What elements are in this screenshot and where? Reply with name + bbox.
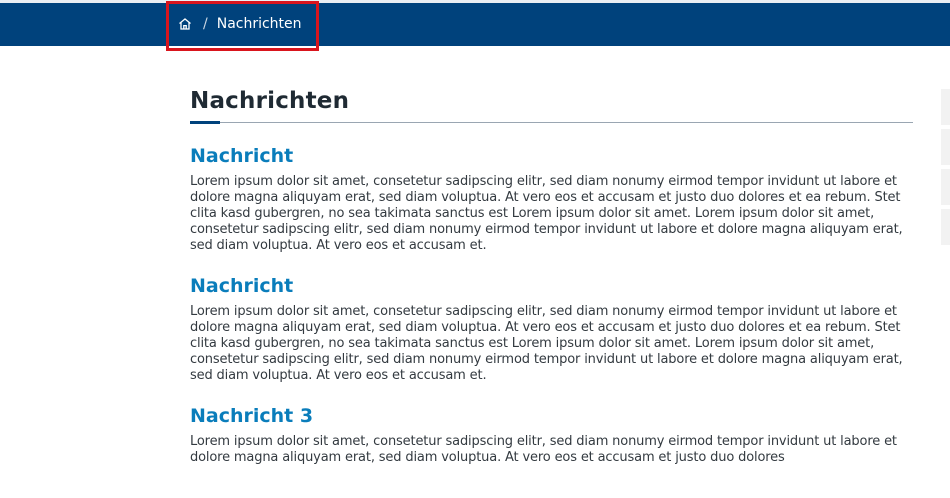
side-tabs (941, 89, 950, 249)
page-title: Nachrichten (190, 88, 350, 114)
side-tab[interactable] (941, 169, 950, 205)
news-item: Nachricht Lorem ipsum dolor sit amet, co… (190, 275, 913, 384)
news-item-body: Lorem ipsum dolor sit amet, consetetur s… (190, 304, 903, 383)
side-tab[interactable] (941, 209, 950, 245)
side-tab[interactable] (941, 89, 950, 125)
side-tab[interactable] (941, 129, 950, 165)
main-content: Nachrichten Nachricht Lorem ipsum dolor … (190, 88, 913, 466)
news-item-title[interactable]: Nachricht (190, 275, 913, 297)
news-item-title[interactable]: Nachricht (190, 145, 913, 167)
title-divider (190, 121, 913, 124)
news-item-body: Lorem ipsum dolor sit amet, consetetur s… (190, 434, 897, 465)
news-item-body: Lorem ipsum dolor sit amet, consetetur s… (190, 174, 903, 253)
news-item: Nachricht 3 Lorem ipsum dolor sit amet, … (190, 405, 913, 466)
news-item: Nachricht Lorem ipsum dolor sit amet, co… (190, 145, 913, 254)
news-item-title[interactable]: Nachricht 3 (190, 405, 913, 427)
breadcrumb-highlight (166, 1, 319, 51)
header-bar: / Nachrichten (0, 0, 950, 46)
